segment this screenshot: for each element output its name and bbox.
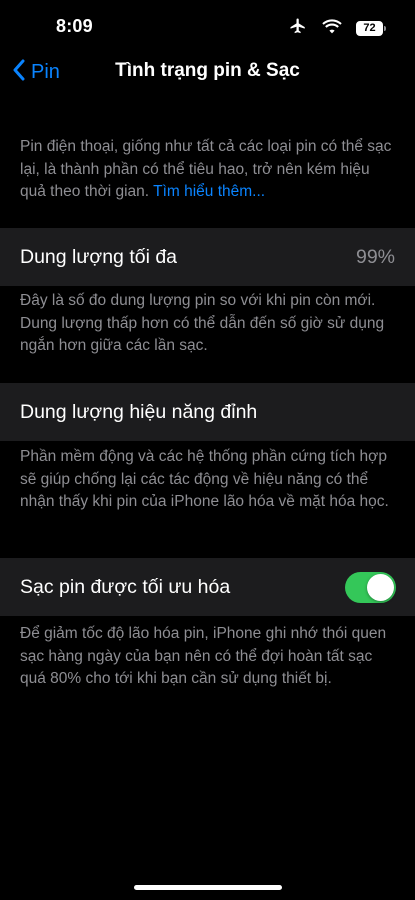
peak-performance-row: Dung lượng hiệu năng đỉnh [0, 383, 415, 441]
optimized-charging-row: Sạc pin được tối ưu hóa [0, 558, 415, 616]
wifi-icon [322, 18, 342, 39]
optimized-charging-label: Sạc pin được tối ưu hóa [20, 575, 231, 598]
toggle-knob [367, 573, 394, 601]
navigation-bar: Pin Tình trạng pin & Sạc [0, 50, 415, 94]
status-time: 8:09 [56, 16, 93, 36]
peak-performance-footnote: Phần mềm động và các hệ thống phần cứng … [20, 448, 389, 510]
max-capacity-row: Dung lượng tối đa 99% [0, 228, 415, 286]
status-bar: 8:09 72 [0, 0, 415, 50]
max-capacity-value: 99% [355, 245, 395, 268]
battery-icon: 72 [356, 21, 386, 36]
home-indicator[interactable] [134, 885, 282, 890]
status-icons: 72 [288, 17, 386, 40]
optimized-charging-footnote: Để giảm tốc độ lão hóa pin, iPhone ghi n… [20, 625, 387, 687]
battery-level: 72 [363, 22, 376, 34]
peak-performance-label: Dung lượng hiệu năng đỉnh [20, 400, 258, 423]
max-capacity-label: Dung lượng tối đa [20, 245, 178, 268]
page-title: Tình trạng pin & Sạc [115, 60, 300, 81]
max-capacity-footnote: Đây là số đo dung lượng pin so với khi p… [20, 292, 385, 354]
learn-more-link[interactable]: Tìm hiểu thêm... [153, 183, 265, 200]
airplane-icon [288, 17, 308, 40]
intro-description: Pin điện thoại, giống như tất cả các loạ… [20, 136, 396, 204]
optimized-charging-toggle[interactable] [345, 571, 396, 603]
